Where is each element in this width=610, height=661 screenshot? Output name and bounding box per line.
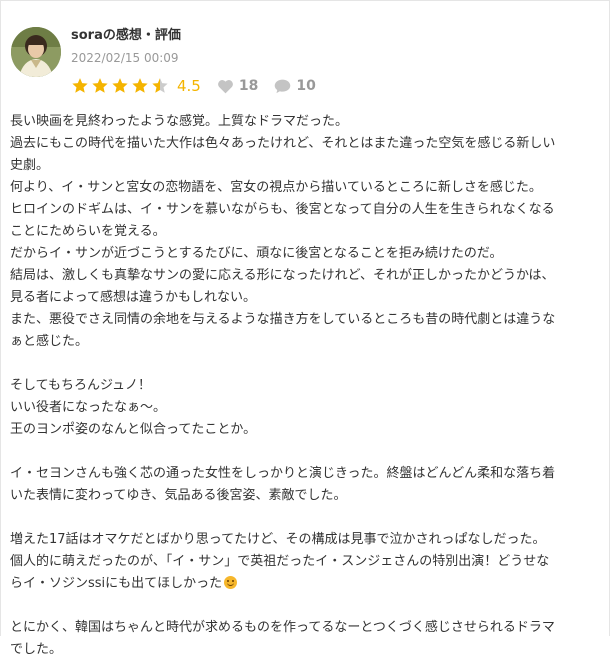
- body-line: 何より、イ・サンと宮女の恋物語を、宮女の視点から描いているところに新しさを感じた…: [10, 180, 542, 195]
- author-title[interactable]: soraの感想・評価: [71, 27, 181, 45]
- body-line: 長い映画を見終わったような感覚。上質なドラマだった。: [10, 114, 349, 129]
- paragraph-3: イ・セヨンさんも強く芯の通った女性をしっかりと演じきった。終盤はどんどん柔和な落…: [10, 463, 600, 507]
- star-icon: [112, 78, 128, 93]
- paragraph-4: 増えた17話はオマケだとばかり思ってたけど、その構成は見事で泣かされっぱなしだっ…: [10, 529, 600, 595]
- body-line: でした。: [10, 642, 63, 657]
- comment-count: 10: [296, 78, 316, 94]
- star-icon: [72, 78, 88, 93]
- review-meta: soraの感想・評価 2022/02/15 00:09: [71, 27, 181, 65]
- speech-bubble-icon: [275, 79, 291, 94]
- body-line: いい役者になったなぁ〜。: [10, 400, 167, 415]
- body-line: また、悪役でさえ同情の余地を与えるような描き方をしているところも昔の時代劇とは違…: [10, 312, 556, 327]
- star-rating: [71, 77, 171, 95]
- body-line-with-emoji: らイ・ソジンssiにも出てほしかった: [10, 573, 600, 595]
- body-line-text: らイ・ソジンssiにも出てほしかった: [10, 576, 223, 591]
- body-line: そしてもちろんジュノ！: [10, 378, 152, 393]
- body-line: 増えた17話はオマケだとばかり思ってたけど、その構成は見事で泣かされっぱなしだっ…: [10, 532, 546, 547]
- body-line: ことにためらいを覚える。: [10, 224, 166, 239]
- body-line: 個人的に萌えだったのが、「イ・サン」で英祖だったイ・スンジェさんの特別出演！どう…: [10, 554, 550, 569]
- body-line: 王のヨンポ姿のなんと似合ってたことか。: [10, 422, 257, 437]
- avatar[interactable]: [11, 27, 61, 77]
- like-button[interactable]: 18: [217, 78, 258, 94]
- review-card: soraの感想・評価 2022/02/15 00:09 4.5 18 10 長い…: [0, 0, 610, 657]
- body-line: だからイ・サンが近づこうとするたびに、頑なに後宮となることを拒み続けたのだ。: [10, 246, 503, 261]
- avatar-image: [11, 27, 61, 77]
- body-line: ヒロインのドギムは、イ・サンを慕いながらも、後宮となって自分の人生を生きられなく…: [10, 202, 555, 217]
- body-line: 過去にもこの時代を描いた大作は色々あったけれど、それとはまた違った空気を感じる新…: [10, 136, 556, 151]
- comment-button[interactable]: 10: [274, 78, 316, 94]
- smiling-face-emoji-icon: [224, 576, 238, 589]
- like-count: 18: [238, 78, 259, 94]
- heart-icon: [217, 79, 233, 93]
- body-line: イ・セヨンさんも強く芯の通った女性をしっかりと演じきった。終盤はどんどん柔和な落…: [10, 466, 556, 481]
- review-date: 2022/02/15 00:09: [71, 51, 179, 65]
- review-body: 長い映画を見終わったような感覚。上質なドラマだった。 過去にもこの時代を描いた大…: [10, 111, 600, 661]
- body-line: 結局は、激しくも真摯なサンの愛に応える形になったけれど、それが正しかったかどうか…: [10, 268, 555, 283]
- review-header: soraの感想・評価 2022/02/15 00:09 4.5 18 10: [11, 27, 601, 97]
- review-stats: 4.5 18 10: [71, 75, 316, 97]
- body-line: いた表情に変わってゆき、気品ある後宮姿、素敵でした。: [10, 488, 347, 503]
- star-icon: [92, 78, 108, 93]
- star-icon: [152, 78, 168, 93]
- star-icon: [132, 78, 148, 93]
- paragraph-1: 長い映画を見終わったような感覚。上質なドラマだった。 過去にもこの時代を描いた大…: [10, 111, 600, 353]
- rating-score: 4.5: [177, 77, 201, 95]
- body-line: ぁと感じた。: [10, 334, 89, 349]
- paragraph-2: そしてもちろんジュノ！ いい役者になったなぁ〜。 王のヨンポ姿のなんと似合ってた…: [10, 375, 600, 441]
- body-line: 史劇。: [10, 158, 50, 173]
- body-line: 見る者によって感想は違うかもしれない。: [10, 290, 256, 305]
- paragraph-5: とにかく、韓国はちゃんと時代が求めるものを作ってるなーとつくづく感じさせられるド…: [10, 617, 600, 661]
